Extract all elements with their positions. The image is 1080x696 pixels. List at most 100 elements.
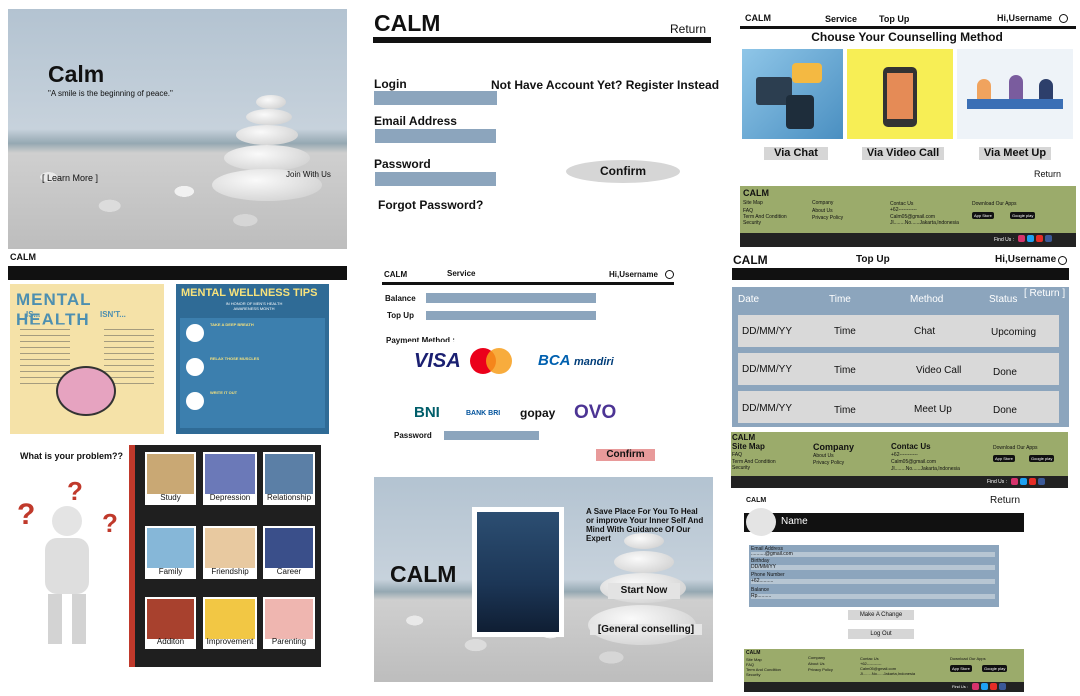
problem-additon[interactable]: Additon	[145, 597, 196, 649]
twitter-icon[interactable]	[981, 683, 988, 690]
history-greeting[interactable]: Hi,Username	[995, 254, 1056, 265]
login-confirm-button[interactable]: Confirm	[566, 160, 680, 183]
forgot-password-link[interactable]: Forgot Password?	[378, 198, 483, 212]
balance-label: Balance	[385, 294, 416, 303]
facebook-icon[interactable]	[1045, 235, 1052, 242]
tip-2: RELAX THOSE MUSCLES	[210, 356, 260, 361]
col-method: Method	[910, 294, 944, 305]
greeting[interactable]: Hi,Username	[997, 13, 1052, 23]
footer-social-bar: Find Us :	[744, 682, 1024, 692]
col-status: Status	[989, 294, 1018, 305]
topup-brand: CALM	[384, 270, 408, 279]
make-change-button[interactable]: Make A Change	[848, 610, 914, 620]
footer: CALM Site Map FAQ Term And Condition Sec…	[731, 432, 1068, 476]
topup-password-field[interactable]	[444, 431, 539, 440]
profile-form: Email Address ..........@gmail.com Birth…	[749, 545, 999, 607]
brain-icon	[56, 366, 116, 416]
wellness-tips-poster: MENTAL WELLNESS TIPS IN HONOR OF MEN'S H…	[176, 284, 329, 434]
problem-career[interactable]: Career	[263, 526, 315, 579]
problem-question: What is your problem??	[20, 451, 124, 461]
facebook-icon[interactable]	[999, 683, 1006, 690]
problem-friendship[interactable]: Friendship	[203, 526, 257, 579]
via-video-call-button[interactable]: Via Video Call	[862, 147, 944, 160]
mandiri-logo[interactable]: mandiri	[574, 356, 614, 368]
footer-security[interactable]: Security	[743, 220, 761, 226]
ovo-logo[interactable]: OVO	[574, 402, 616, 424]
general-conselling-link[interactable]: [General conselling]	[590, 624, 702, 635]
landing-title: Calm	[48, 61, 105, 87]
password-field[interactable]	[375, 172, 496, 186]
history-brand: CALM	[733, 253, 768, 267]
register-link[interactable]: Not Have Account Yet? Register Instead	[491, 78, 719, 92]
poster2-title: MENTAL WELLNESS TIPS	[181, 287, 318, 299]
avatar[interactable]	[746, 508, 776, 536]
login-return[interactable]: Return	[670, 22, 706, 36]
birthday-value-field[interactable]	[751, 565, 995, 570]
gopay-logo[interactable]: gopay	[520, 406, 555, 420]
instagram-icon[interactable]	[1011, 478, 1018, 485]
via-chat-button[interactable]: Via Chat	[764, 147, 828, 160]
table-row[interactable]: DD/MM/YY Time Video Call Done	[738, 353, 1059, 385]
problem-improvement[interactable]: Improvement	[203, 597, 257, 649]
hero-section: CALM A Save Place For You To Heal or imp…	[374, 477, 713, 682]
facebook-icon[interactable]	[1038, 478, 1045, 485]
topup-service[interactable]: Service	[447, 269, 475, 278]
landing-quote: "A smile is the beginning of peace."	[48, 89, 173, 98]
nav-service[interactable]: Service	[825, 14, 857, 24]
counselling-return[interactable]: Return	[1034, 169, 1061, 179]
topup-greeting[interactable]: Hi,Username	[609, 270, 658, 279]
youtube-icon[interactable]	[1029, 478, 1036, 485]
col-time: Time	[829, 294, 851, 305]
table-row[interactable]: DD/MM/YY Time Chat Upcoming	[738, 315, 1059, 347]
instagram-icon[interactable]	[1018, 235, 1025, 242]
footer-sitemap[interactable]: Site Map	[743, 200, 763, 206]
visa-logo[interactable]: VISA	[414, 350, 461, 373]
learn-more-link[interactable]: [ Learn More ]	[42, 173, 98, 183]
problem-panel: Study Depression Relationship Family Fri…	[129, 445, 321, 667]
footer-about[interactable]: About Us	[812, 208, 833, 214]
topup-user-icon[interactable]	[665, 270, 674, 279]
youtube-icon[interactable]	[990, 683, 997, 690]
login-divider	[373, 37, 711, 43]
history-table: Date Time Method Status [ Return ] DD/MM…	[732, 287, 1069, 427]
topup-field[interactable]	[426, 311, 596, 320]
via-meet-up-button[interactable]: Via Meet Up	[979, 147, 1051, 160]
profile-name: Name	[781, 516, 808, 527]
topup-navbar: CALM Service Hi,Username	[382, 267, 678, 283]
bri-logo[interactable]: BANK BRI	[466, 410, 500, 417]
table-row[interactable]: DD/MM/YY Time Meet Up Done	[738, 391, 1059, 423]
start-now-button[interactable]: Start Now	[608, 583, 680, 599]
problem-study[interactable]: Study	[145, 452, 196, 505]
history-user-icon[interactable]	[1058, 256, 1067, 265]
col-date: Date	[738, 294, 760, 305]
twitter-icon[interactable]	[1020, 478, 1027, 485]
tree-image	[472, 507, 564, 637]
history-return[interactable]: [ Return ]	[1024, 288, 1065, 299]
topup-confirm-button[interactable]: Confirm	[596, 449, 655, 461]
twitter-icon[interactable]	[1027, 235, 1034, 242]
thinking-figure: ? ? ?	[12, 470, 127, 660]
problem-family[interactable]: Family	[145, 526, 196, 579]
app-store-button[interactable]: App Store	[972, 212, 994, 219]
user-icon[interactable]	[1059, 14, 1068, 23]
phone-value-field[interactable]	[751, 579, 995, 584]
logout-button[interactable]: Log Out	[848, 629, 914, 639]
history-topup[interactable]: Top Up	[856, 254, 890, 265]
email-field[interactable]	[375, 129, 496, 143]
problem-parenting[interactable]: Parenting	[263, 597, 315, 649]
footer-company: Company	[812, 200, 834, 206]
instagram-icon[interactable]	[972, 683, 979, 690]
profile-return[interactable]: Return	[990, 495, 1020, 506]
find-us-label: Find Us :	[994, 237, 1015, 243]
google-play-button[interactable]: Google play	[1010, 212, 1036, 219]
profile-brand: CALM	[746, 497, 767, 504]
youtube-icon[interactable]	[1036, 235, 1043, 242]
nav-topup[interactable]: Top Up	[879, 14, 909, 24]
bni-logo[interactable]: BNI	[414, 404, 440, 421]
join-link[interactable]: Join With Us	[286, 170, 331, 179]
problem-depression[interactable]: Depression	[203, 452, 257, 505]
bca-logo[interactable]: BCA	[538, 352, 571, 369]
login-field[interactable]	[374, 91, 497, 105]
footer-privacy[interactable]: Privacy Policy	[812, 215, 843, 221]
problem-relationship[interactable]: Relationship	[263, 452, 315, 505]
